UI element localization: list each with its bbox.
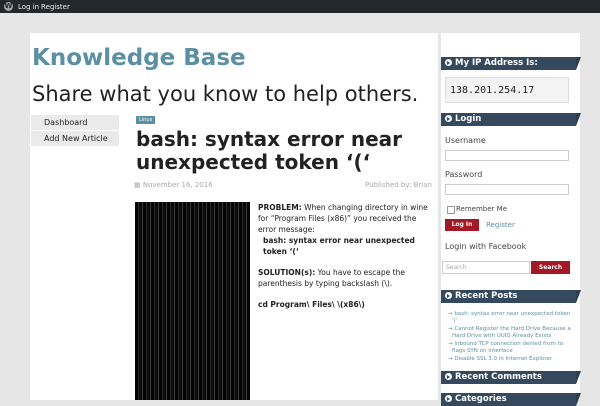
arrow-circle-icon [445,395,452,402]
search-input[interactable]: Search [442,261,530,274]
search-button[interactable]: Search [531,261,570,274]
post-featured-image [135,202,250,400]
login-title: Login [455,114,482,124]
post-date-text: November 16, 2016 [142,181,213,189]
admin-bar: W Log in Register [0,0,600,13]
calendar-icon: ▦ [134,181,141,189]
widget-title-ip: My IP Address Is: [441,57,581,70]
wordpress-logo-icon[interactable]: W [4,2,13,11]
post-title: bash: syntax error near unexpected token… [136,127,403,174]
login-link[interactable]: Log in [18,3,39,11]
list-item[interactable]: → Cannot Register the Hard Drive Because… [445,326,575,339]
post-author[interactable]: Published by: Brian [365,181,432,189]
widget-title-login: Login [441,113,581,126]
username-input[interactable] [445,150,569,161]
solution-paragraph: SOLUTION(s): You have to escape the pare… [258,267,428,289]
nav-item-add-new-article[interactable]: Add New Article [31,131,119,146]
error-text: bash: syntax error near unexpected token… [263,236,415,256]
arrow-circle-icon [445,115,452,122]
register-link[interactable]: Register [41,3,70,11]
widget-title-recent-posts: Recent Posts [441,290,581,303]
arrow-circle-icon [445,59,452,66]
username-label: Username [445,136,486,145]
remember-me-checkbox[interactable] [447,206,455,214]
widget-title-recent-comments: Recent Comments [441,371,581,384]
solution-label: SOLUTION(s): [258,268,316,277]
password-input[interactable] [445,184,569,195]
remember-me-label: Remember Me [456,205,507,213]
login-with-facebook[interactable]: Login with Facebook [445,242,526,251]
problem-label: PROBLEM: [258,203,302,212]
side-nav: Dashboard Add New Article [31,115,119,147]
login-button[interactable]: Log In [445,219,479,231]
post-body: PROBLEM: When changing directory in wine… [258,202,428,320]
category-tag[interactable]: Linux [136,116,156,124]
recent-posts-list: → bash: syntax error near unexpected tok… [445,311,575,365]
ip-address-value: 138.201.254.17 [445,77,569,103]
list-item[interactable]: → Inbound TCP connection denied from to … [445,341,575,354]
nav-item-dashboard[interactable]: Dashboard [31,115,119,130]
problem-paragraph: PROBLEM: When changing directory in wine… [258,202,428,257]
categories-title: Categories [455,394,507,404]
list-item[interactable]: → Disable SSL 3.0 in Internet Explorer [445,356,575,363]
site-title[interactable]: Knowledge Base [32,45,246,71]
arrow-circle-icon [445,373,452,380]
arrow-circle-icon [445,292,452,299]
post-date: ▦ November 16, 2016 [134,181,213,189]
site-tagline: Share what you know to help others. [32,82,419,106]
password-label: Password [445,170,483,179]
command-text: cd Program\ Files\ \(x86\) [258,300,365,309]
sidebar-register-link[interactable]: Register [486,221,515,229]
recent-posts-title: Recent Posts [455,291,518,301]
main-content: Knowledge Base Share what you know to he… [30,33,438,400]
ip-title: My IP Address Is: [455,58,538,68]
recent-comments-title: Recent Comments [455,372,542,382]
list-item[interactable]: → bash: syntax error near unexpected tok… [445,311,575,324]
